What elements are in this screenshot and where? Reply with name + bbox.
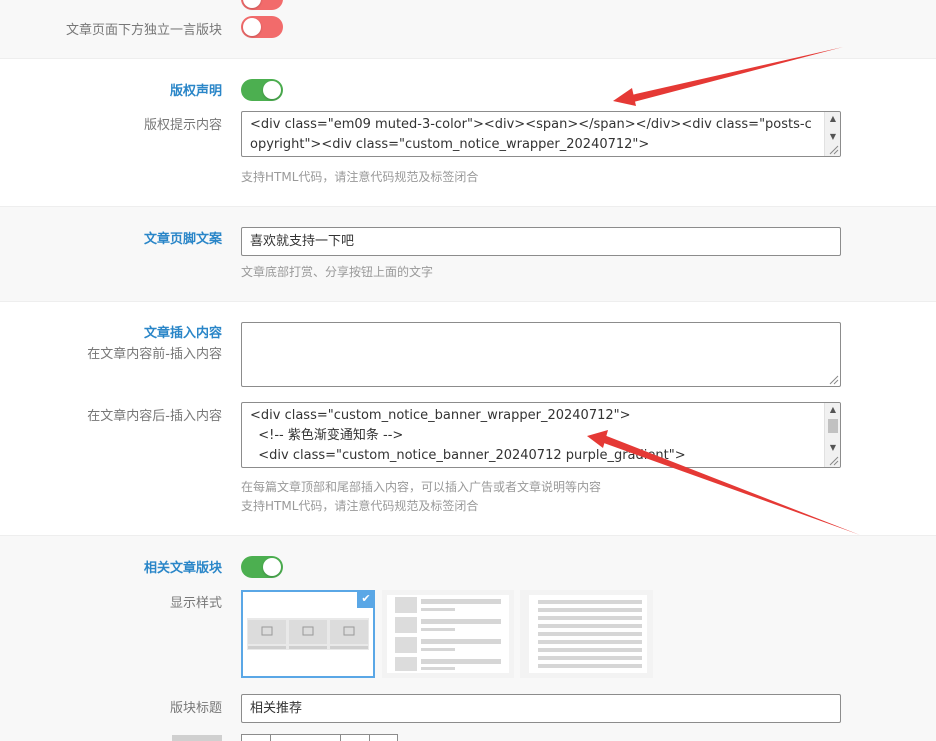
- scroll-down-icon[interactable]: ▼: [825, 441, 840, 455]
- scroll-thumb[interactable]: [828, 419, 838, 433]
- grid-style-preview: [247, 618, 369, 650]
- section-insert-content: 文章插入内容 在文章内容前-插入内容 在文章内容后-插入内容 <div clas…: [0, 302, 936, 536]
- footer-text-title: 文章页脚文案: [143, 232, 222, 247]
- copyright-toggle[interactable]: [241, 79, 283, 101]
- section-copyright: 版权声明 版权提示内容 <div class="em09 muted-3-col…: [0, 59, 936, 207]
- insert-before-textarea[interactable]: [241, 322, 841, 387]
- toggle-knob: [243, 0, 261, 8]
- stepper-divider: [369, 735, 370, 741]
- copyright-content-text: <div class="em09 muted-3-color"><div><sp…: [250, 117, 812, 152]
- insert-after-line: <!-- 紫色渐变通知条 -->: [250, 428, 404, 443]
- resize-grip-icon[interactable]: [827, 373, 839, 385]
- block-title-label: 版块标题: [169, 701, 222, 716]
- text-list-style-preview: [529, 595, 647, 673]
- scroll-down-icon[interactable]: ▼: [825, 130, 840, 144]
- related-style-label: 显示样式: [169, 596, 222, 611]
- copyright-content-label: 版权提示内容: [143, 118, 222, 133]
- copyright-hint: 支持HTML代码，请注意代码规范及标签闭合: [241, 170, 479, 184]
- standalone-quote-label: 文章页面下方独立一言版块: [65, 23, 222, 38]
- check-icon: ✔: [357, 590, 375, 608]
- copyright-title: 版权声明: [169, 84, 222, 99]
- insert-content-title: 文章插入内容: [143, 326, 222, 341]
- style-option-list-thumb[interactable]: [382, 590, 514, 678]
- insert-hint-2: 支持HTML代码，请注意代码规范及标签闭合: [241, 499, 479, 513]
- number-stepper-partial[interactable]: [241, 734, 398, 741]
- display-count-label-partial: [172, 735, 222, 741]
- stepper-divider: [270, 735, 271, 741]
- section-standalone-quote: 文章页面下方独立一言版块: [0, 0, 936, 59]
- footer-text-hint: 文章底部打赏、分享按钮上面的文字: [241, 265, 434, 279]
- toggle-above[interactable]: [241, 0, 283, 10]
- footer-text-input[interactable]: 喜欢就支持一下吧: [241, 227, 841, 256]
- block-title-input[interactable]: 相关推荐: [241, 694, 841, 723]
- resize-grip-icon[interactable]: [827, 143, 839, 155]
- insert-after-line: <div class="custom_notice_banner_2024071…: [250, 448, 686, 463]
- insert-after-textarea[interactable]: <div class="custom_notice_banner_wrapper…: [241, 402, 841, 468]
- insert-before-label: 在文章内容前-插入内容: [87, 347, 222, 362]
- toggle-knob: [263, 558, 281, 576]
- resize-grip-icon[interactable]: [827, 454, 839, 466]
- toggle-knob: [243, 18, 261, 36]
- style-option-grid[interactable]: ✔: [241, 590, 375, 678]
- insert-after-label: 在文章内容后-插入内容: [87, 409, 222, 424]
- style-option-text-list[interactable]: [520, 590, 653, 678]
- toggle-knob: [263, 81, 281, 99]
- related-toggle[interactable]: [241, 556, 283, 578]
- insert-hint-1: 在每篇文章顶部和尾部插入内容，可以插入广告或者文章说明等内容: [241, 480, 602, 494]
- stepper-divider: [340, 735, 341, 741]
- scroll-up-icon[interactable]: ▲: [825, 403, 840, 417]
- scroll-up-icon[interactable]: ▲: [825, 112, 840, 126]
- insert-after-line: <div class="custom_notice_banner_wrapper…: [250, 408, 631, 423]
- copyright-content-textarea[interactable]: <div class="em09 muted-3-color"><div><sp…: [241, 111, 841, 157]
- section-footer-text: 文章页脚文案 喜欢就支持一下吧 文章底部打赏、分享按钮上面的文字: [0, 207, 936, 302]
- standalone-quote-toggle[interactable]: [241, 16, 283, 38]
- related-title: 相关文章版块: [143, 561, 222, 576]
- list-thumb-style-preview: [387, 595, 509, 673]
